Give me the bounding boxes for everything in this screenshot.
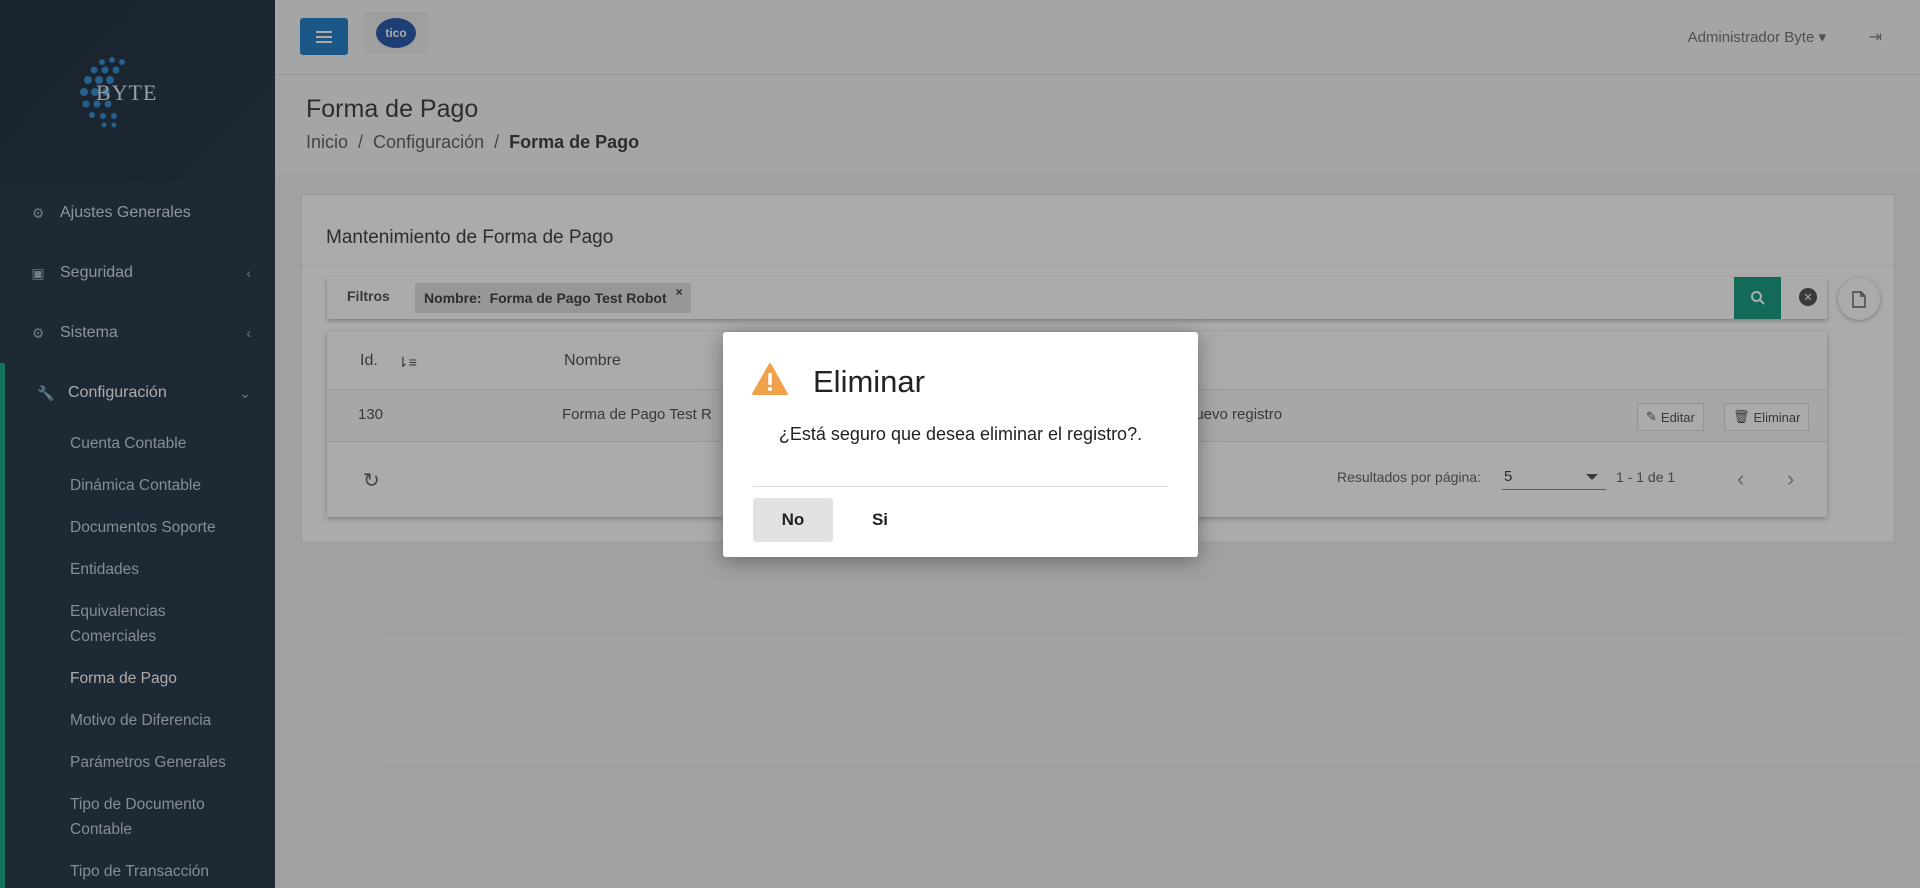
dialog-divider bbox=[753, 486, 1168, 487]
delete-confirm-dialog: Eliminar ¿Está seguro que desea eliminar… bbox=[723, 332, 1198, 557]
dialog-title: Eliminar bbox=[813, 364, 925, 399]
dialog-message: ¿Está seguro que desea eliminar el regis… bbox=[778, 424, 1143, 444]
warning-icon bbox=[752, 363, 788, 395]
no-button[interactable]: No bbox=[753, 498, 833, 542]
yes-button[interactable]: Si bbox=[855, 498, 905, 542]
